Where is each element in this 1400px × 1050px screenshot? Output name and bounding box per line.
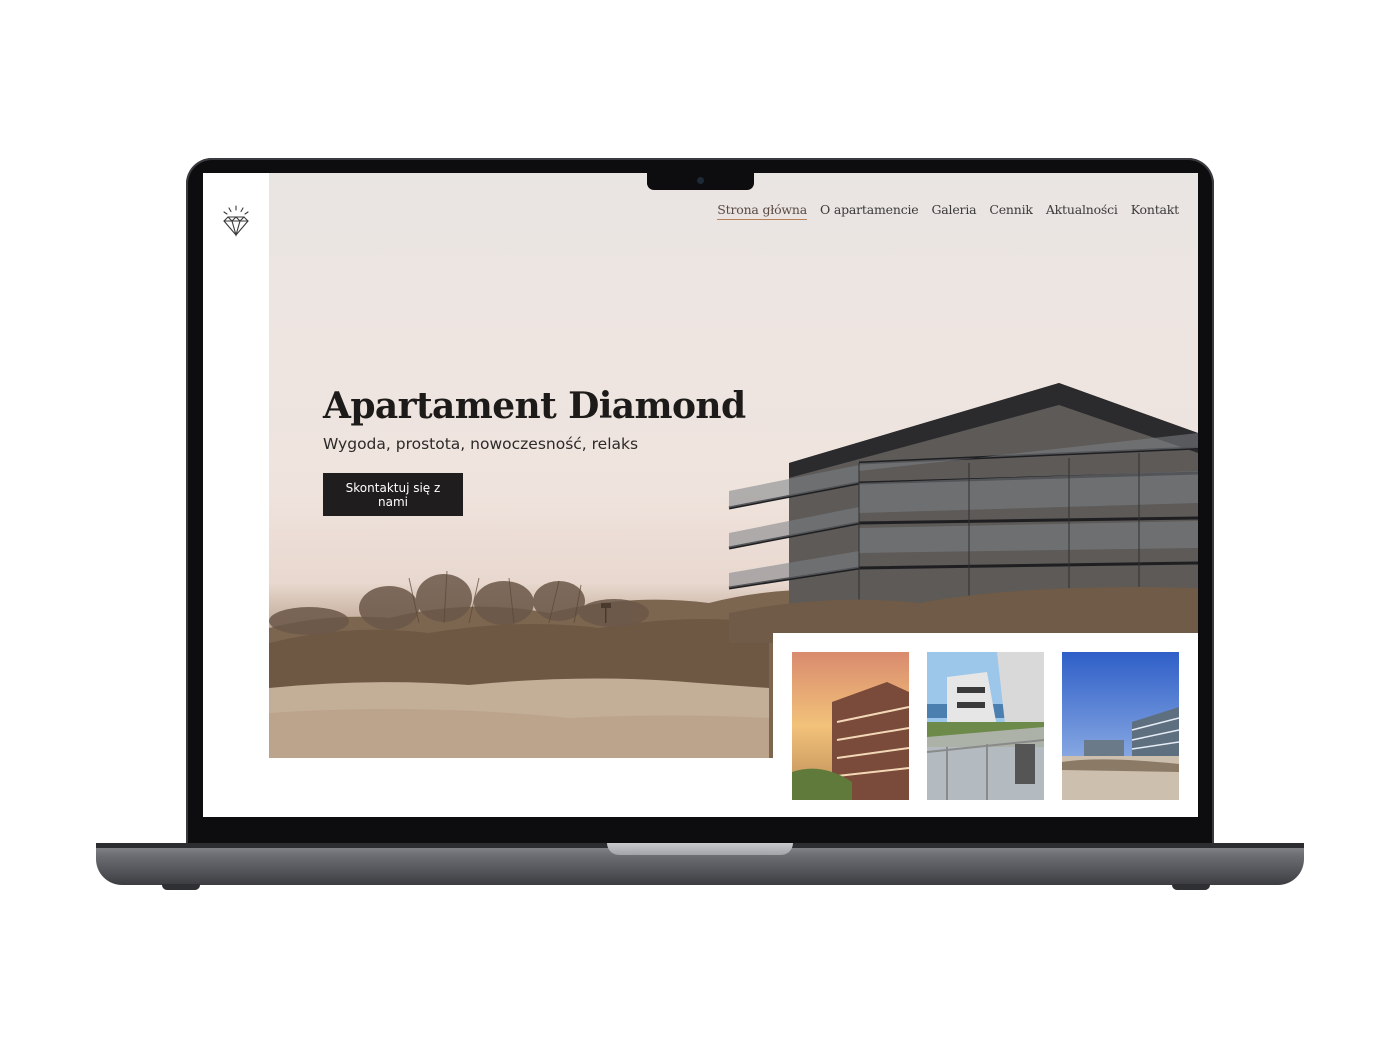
laptop-foot-left: [162, 884, 200, 890]
gallery-preview: [773, 633, 1198, 817]
diamond-icon[interactable]: [221, 205, 251, 237]
gallery-thumb-balcony[interactable]: [927, 652, 1044, 800]
gallery-thumb-sunset[interactable]: [792, 652, 909, 800]
nav-item-about[interactable]: O apartamencie: [820, 202, 919, 220]
camera-notch: [647, 171, 754, 190]
contact-us-button[interactable]: Skontaktuj się z nami: [323, 473, 463, 516]
nav-item-contact[interactable]: Kontakt: [1131, 202, 1179, 220]
nav-item-news[interactable]: Aktualności: [1046, 202, 1118, 220]
laptop-screen: Strona główna O apartamencie Galeria Cen…: [203, 173, 1198, 817]
laptop-foot-right: [1172, 884, 1210, 890]
nav-item-pricing[interactable]: Cennik: [989, 202, 1033, 220]
hero-subtitle: Wygoda, prostota, nowoczesność, relaks: [323, 435, 639, 453]
nav-item-gallery[interactable]: Galeria: [932, 202, 977, 220]
gallery-thumb-buildings[interactable]: [1062, 652, 1179, 800]
main-nav: Strona główna O apartamencie Galeria Cen…: [717, 202, 1179, 220]
hero-title: Apartament Diamond: [323, 385, 746, 427]
building-illustration: [728, 383, 1198, 613]
nav-item-home[interactable]: Strona główna: [717, 202, 807, 220]
laptop-lid-notch: [607, 843, 793, 855]
camera-icon: [697, 177, 704, 184]
